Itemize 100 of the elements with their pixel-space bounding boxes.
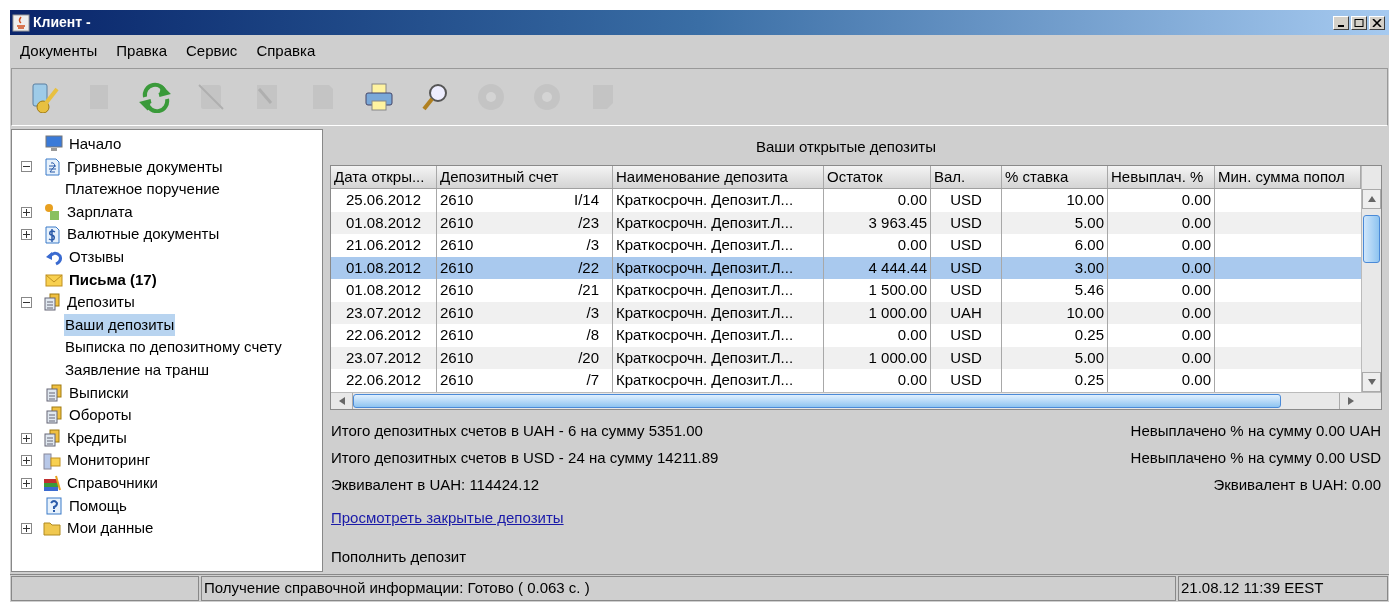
table-cell: 0.00 bbox=[1108, 234, 1215, 257]
menu-item[interactable]: Сервис bbox=[186, 40, 238, 63]
table-cell-text: 2610 bbox=[440, 257, 474, 278]
table-cell-text: I/14 bbox=[573, 190, 600, 210]
window-title: Клиент - bbox=[33, 13, 91, 32]
column-header[interactable]: Вал. bbox=[931, 166, 1002, 188]
tree-item[interactable]: Платежное поручение bbox=[64, 178, 221, 201]
table-cell: 0.00 bbox=[1108, 369, 1215, 392]
menu-item[interactable]: Правка bbox=[116, 40, 167, 63]
right-arrow-icon[interactable] bbox=[1346, 395, 1355, 406]
maximize-icon bbox=[1354, 18, 1364, 27]
table-cell-text: 2610 bbox=[440, 212, 474, 233]
expand-toggle[interactable] bbox=[21, 432, 32, 444]
tree-item[interactable]: Справочники bbox=[66, 471, 159, 495]
expand-toggle[interactable] bbox=[21, 477, 32, 489]
table-cell: Краткосрочн. Депозит.Л... bbox=[613, 369, 824, 392]
table-cell: 6.00 bbox=[1002, 234, 1108, 257]
table-row[interactable]: 01.08.2012 2610 /22 Краткосрочн. Депозит.Л... 4 444.44 USD 3.00 0.00 bbox=[331, 256, 1361, 279]
tree-item[interactable]: Ваши депозиты bbox=[64, 313, 176, 337]
tree-item[interactable]: Отзывы bbox=[68, 246, 125, 269]
tree-item[interactable]: Помощь bbox=[68, 494, 128, 518]
table-cell: 0.00 bbox=[1108, 279, 1215, 302]
table-cell-text: /21 bbox=[578, 280, 600, 300]
summary-text: Итого депозитных счетов в UAH - 6 на сумму 5351.00 bbox=[331, 421, 703, 442]
table-row[interactable]: 23.07.2012 2610 /20 Краткосрочн. Депозит.Л... 1 000.00 USD 5.00 0.00 bbox=[331, 346, 1361, 369]
table-cell: 22.06.2012 bbox=[331, 324, 437, 347]
table-cell: 5.46 bbox=[1002, 279, 1108, 302]
table-cell-text: 2610 bbox=[440, 325, 474, 345]
table-cell: Краткосрочн. Депозит.Л... bbox=[613, 189, 824, 212]
app-icon bbox=[12, 13, 30, 32]
tree-item[interactable]: Мониторинг bbox=[66, 449, 152, 472]
table-cell: 21.06.2012 bbox=[331, 234, 437, 257]
maximize-button[interactable] bbox=[1351, 15, 1367, 30]
tree-item[interactable]: Обороты bbox=[68, 404, 133, 427]
table-cell: 01.08.2012 bbox=[331, 279, 437, 302]
tree-item[interactable]: Выписка по депозитному счету bbox=[64, 336, 283, 359]
collapse-toggle[interactable] bbox=[21, 296, 32, 308]
table-cell-text: /3 bbox=[586, 235, 600, 255]
closed-deposits-link[interactable]: Просмотреть закрытые депозиты bbox=[331, 508, 564, 526]
table-cell-text: /22 bbox=[578, 257, 600, 278]
expand-toggle[interactable] bbox=[21, 522, 32, 534]
table-cell-text: /3 bbox=[586, 302, 600, 323]
table-cell: Краткосрочн. Депозит.Л... bbox=[613, 279, 824, 302]
table-row[interactable]: 23.07.2012 2610 /3 Краткосрочн. Депозит.Л... 1 000.00 UAH 10.00 0.00 bbox=[331, 301, 1361, 324]
status-message: Получение справочной информации: Готово ( 0.063 с. ) bbox=[201, 576, 1176, 601]
table-cell: USD bbox=[931, 234, 1002, 257]
tree-item[interactable]: Кредиты bbox=[66, 426, 128, 450]
table-cell: 0.25 bbox=[1002, 324, 1108, 347]
menu-item[interactable]: Справка bbox=[256, 40, 316, 63]
column-header[interactable]: Остаток bbox=[824, 166, 931, 188]
table-cell: 22.06.2012 bbox=[331, 369, 437, 392]
table-cell: 0.00 bbox=[824, 369, 931, 392]
table-cell-text: 2610 bbox=[440, 190, 474, 210]
close-button[interactable] bbox=[1369, 15, 1385, 30]
table-cell: Краткосрочн. Депозит.Л... bbox=[613, 324, 824, 347]
table-cell: 0.00 bbox=[824, 324, 931, 347]
table-cell: 0.00 bbox=[1108, 189, 1215, 212]
column-header[interactable]: Дата откры... bbox=[331, 166, 437, 188]
minimize-icon bbox=[1338, 24, 1344, 27]
scrollbar-thumb[interactable] bbox=[1363, 215, 1380, 263]
tree-item[interactable]: Зарплата bbox=[66, 200, 134, 224]
folder-icon bbox=[43, 519, 61, 538]
tree-item[interactable]: Заявление на транш bbox=[64, 359, 211, 382]
help-icon bbox=[45, 496, 63, 515]
monitoring-icon bbox=[43, 451, 61, 470]
table-cell: USD bbox=[931, 279, 1002, 302]
table-cell: 0.00 bbox=[824, 189, 931, 212]
top-up-action[interactable]: Пополнить депозит bbox=[331, 548, 467, 565]
table-cell-text: /7 bbox=[586, 370, 600, 390]
expand-toggle[interactable] bbox=[21, 455, 32, 467]
tree-item[interactable]: Мои данные bbox=[66, 517, 155, 540]
minimize-button[interactable] bbox=[1333, 15, 1349, 30]
up-arrow-icon[interactable] bbox=[1366, 195, 1377, 203]
vertical-scrollbar[interactable] bbox=[1361, 166, 1381, 392]
down-arrow-icon[interactable] bbox=[1366, 377, 1377, 386]
table-row[interactable]: 01.08.2012 2610 /23 Краткосрочн. Депозит.Л... 3 963.45 USD 5.00 0.00 bbox=[331, 211, 1361, 234]
column-header[interactable]: Наименование депозита bbox=[613, 166, 824, 188]
hryvnia-icon bbox=[43, 157, 61, 176]
tree-item[interactable]: Начало bbox=[68, 133, 123, 156]
column-header[interactable]: Невыплач. % bbox=[1108, 166, 1215, 188]
column-header[interactable]: % ставка bbox=[1002, 166, 1108, 188]
dollar-icon bbox=[43, 225, 61, 244]
stack-icon bbox=[43, 429, 61, 447]
tree-item[interactable]: Депозиты bbox=[66, 291, 136, 314]
tree-item[interactable]: Выписки bbox=[68, 381, 130, 405]
table-cell: 10.00 bbox=[1002, 189, 1108, 212]
table-cell-text: /20 bbox=[578, 347, 600, 368]
column-header[interactable]: Депозитный счет bbox=[437, 166, 613, 188]
menu-item[interactable]: Документы bbox=[20, 40, 98, 63]
table-cell-text: /23 bbox=[578, 212, 600, 233]
expand-toggle[interactable] bbox=[21, 229, 32, 241]
tree-item[interactable]: Валютные документы bbox=[66, 223, 221, 246]
people-icon bbox=[43, 203, 61, 222]
collapse-toggle[interactable] bbox=[21, 161, 32, 173]
left-arrow-icon[interactable] bbox=[337, 395, 346, 406]
expand-toggle[interactable] bbox=[21, 206, 32, 218]
table-cell-text: /8 bbox=[586, 325, 600, 345]
table-cell-text: 2610 bbox=[440, 280, 474, 300]
tree-item[interactable]: Письма (17) bbox=[68, 268, 158, 292]
tree-item[interactable]: Гривневые документы bbox=[66, 155, 224, 179]
